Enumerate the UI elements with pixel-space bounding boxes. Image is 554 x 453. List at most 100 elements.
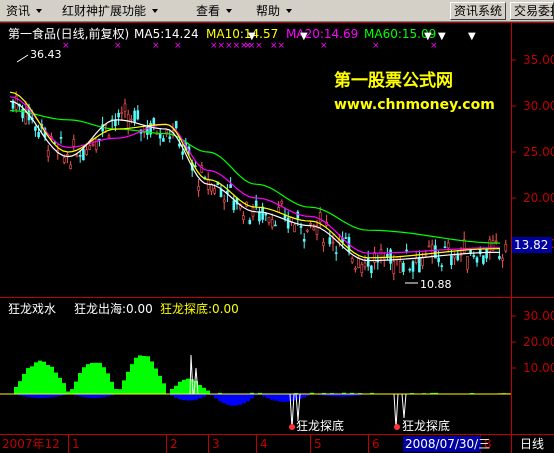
- ma20-legend: MA20:14.69: [286, 27, 358, 41]
- oscillator-bar: [102, 367, 106, 394]
- y-tick-label: 35.00: [523, 53, 554, 67]
- candle-body: [450, 255, 453, 266]
- candle-body: [414, 258, 418, 263]
- svg-text:▼: ▼: [424, 31, 432, 42]
- candle-body: [472, 255, 476, 257]
- oscillator-bar: [34, 362, 38, 394]
- oscillator-bar: [22, 373, 26, 394]
- oscillator-bar: [206, 390, 210, 394]
- candle-body: [222, 199, 226, 203]
- candle-body: [331, 241, 335, 244]
- oscillator-bar: [198, 394, 202, 399]
- candle-body: [213, 188, 216, 194]
- oscillator-bar: [186, 394, 190, 401]
- svg-text:×: ×: [372, 41, 380, 51]
- oscillator-bar: [18, 381, 22, 394]
- oscillator-bar: [222, 394, 226, 404]
- candle-body: [277, 207, 280, 213]
- oscillator-bar: [142, 356, 146, 394]
- stock-title: 第一食品(日线,前复权): [8, 26, 129, 41]
- trade-order-button[interactable]: 交易委托: [510, 2, 554, 20]
- oscillator-bar: [150, 361, 154, 394]
- y-tick-label: 20.00: [523, 191, 554, 205]
- watermark-title: 第一股票公式网: [334, 70, 453, 91]
- candle-body: [21, 109, 24, 119]
- y-tick-label: 30.00: [523, 309, 554, 323]
- chevron-down-icon: [226, 9, 232, 13]
- candle-body: [232, 200, 236, 211]
- signal-label-1: 狂龙探底: [296, 418, 344, 433]
- menu-item-view[interactable]: 查看: [196, 3, 232, 19]
- candle-body: [274, 224, 277, 227]
- oscillator-bar: [190, 394, 194, 401]
- oscillator-bar: [218, 394, 222, 402]
- candle-body: [322, 241, 325, 246]
- oscillator-bar: [46, 365, 50, 394]
- candle-body: [370, 265, 373, 274]
- candle-body: [312, 227, 316, 231]
- oscillator-bar: [174, 385, 178, 394]
- high-price-label: 36.43: [30, 48, 62, 61]
- oscillator-bar: [98, 394, 102, 398]
- candle-body: [405, 249, 408, 252]
- stock-chart[interactable]: 第一食品(日线,前复权) MA5:14.24 MA10:14.57 MA20:1…: [0, 22, 554, 453]
- date-label: 4: [260, 437, 268, 451]
- candle-body: [363, 262, 367, 268]
- oscillator-bar: [242, 394, 246, 404]
- oscillator-bar: [114, 389, 118, 394]
- oscillator-bar: [98, 362, 102, 394]
- candle-body: [475, 257, 479, 263]
- indicator-legend-2: 狂龙探底:0.00: [160, 301, 239, 316]
- period-label[interactable]: 日线: [520, 437, 544, 451]
- candle-body: [446, 242, 450, 249]
- candle-body: [501, 257, 504, 261]
- candle-body: [120, 111, 124, 114]
- candle-body: [72, 139, 76, 147]
- candle-body: [482, 255, 485, 264]
- oscillator-bar: [34, 394, 38, 398]
- oscillator-bar: [282, 394, 286, 402]
- candle-body: [248, 219, 252, 225]
- date-label: 3: [212, 437, 220, 451]
- menu-item-extension[interactable]: 红财神扩展功能: [62, 3, 158, 19]
- candle-body: [408, 268, 412, 271]
- menu-bar: 资讯 红财神扩展功能 查看 帮助 资讯系统 交易委托: [0, 0, 554, 22]
- candle-body: [66, 154, 69, 156]
- menu-item-news[interactable]: 资讯: [6, 3, 42, 19]
- candle-body: [107, 135, 111, 139]
- oscillator-bar: [230, 394, 234, 406]
- candle-body: [360, 264, 364, 273]
- candle-body: [91, 144, 95, 146]
- candle-body: [309, 223, 312, 225]
- oscillator-bar: [38, 394, 42, 398]
- oscillator-bar: [134, 357, 138, 394]
- svg-text:▼: ▼: [248, 31, 256, 42]
- oscillator-bar: [122, 380, 126, 394]
- candle-body: [437, 257, 440, 263]
- candle-body: [459, 254, 463, 257]
- oscillator-bar: [182, 379, 186, 394]
- candle-body: [158, 133, 162, 139]
- menu-item-help[interactable]: 帮助: [256, 3, 292, 19]
- date-label: 2007年12: [2, 437, 60, 451]
- candle-body: [130, 118, 133, 121]
- oscillator-bar: [202, 387, 206, 394]
- info-system-button[interactable]: 资讯系统: [450, 2, 506, 20]
- candle-body: [504, 243, 508, 252]
- oscillator-bar: [146, 356, 150, 394]
- candle-body: [162, 138, 165, 142]
- date-label: 2: [170, 437, 178, 451]
- oscillator-bar: [54, 372, 58, 394]
- candle-body: [168, 136, 172, 139]
- candle-body: [402, 262, 405, 272]
- candle-body: [34, 126, 37, 131]
- oscillator-bar: [90, 362, 94, 394]
- candle-body: [411, 261, 415, 272]
- candle-body: [94, 138, 98, 150]
- oscillator-bar: [162, 383, 166, 394]
- candle-body: [392, 261, 396, 274]
- oscillator-bar: [178, 394, 182, 400]
- candle-body: [242, 215, 245, 220]
- oscillator-bar: [286, 394, 290, 402]
- oscillator-bar: [138, 355, 142, 394]
